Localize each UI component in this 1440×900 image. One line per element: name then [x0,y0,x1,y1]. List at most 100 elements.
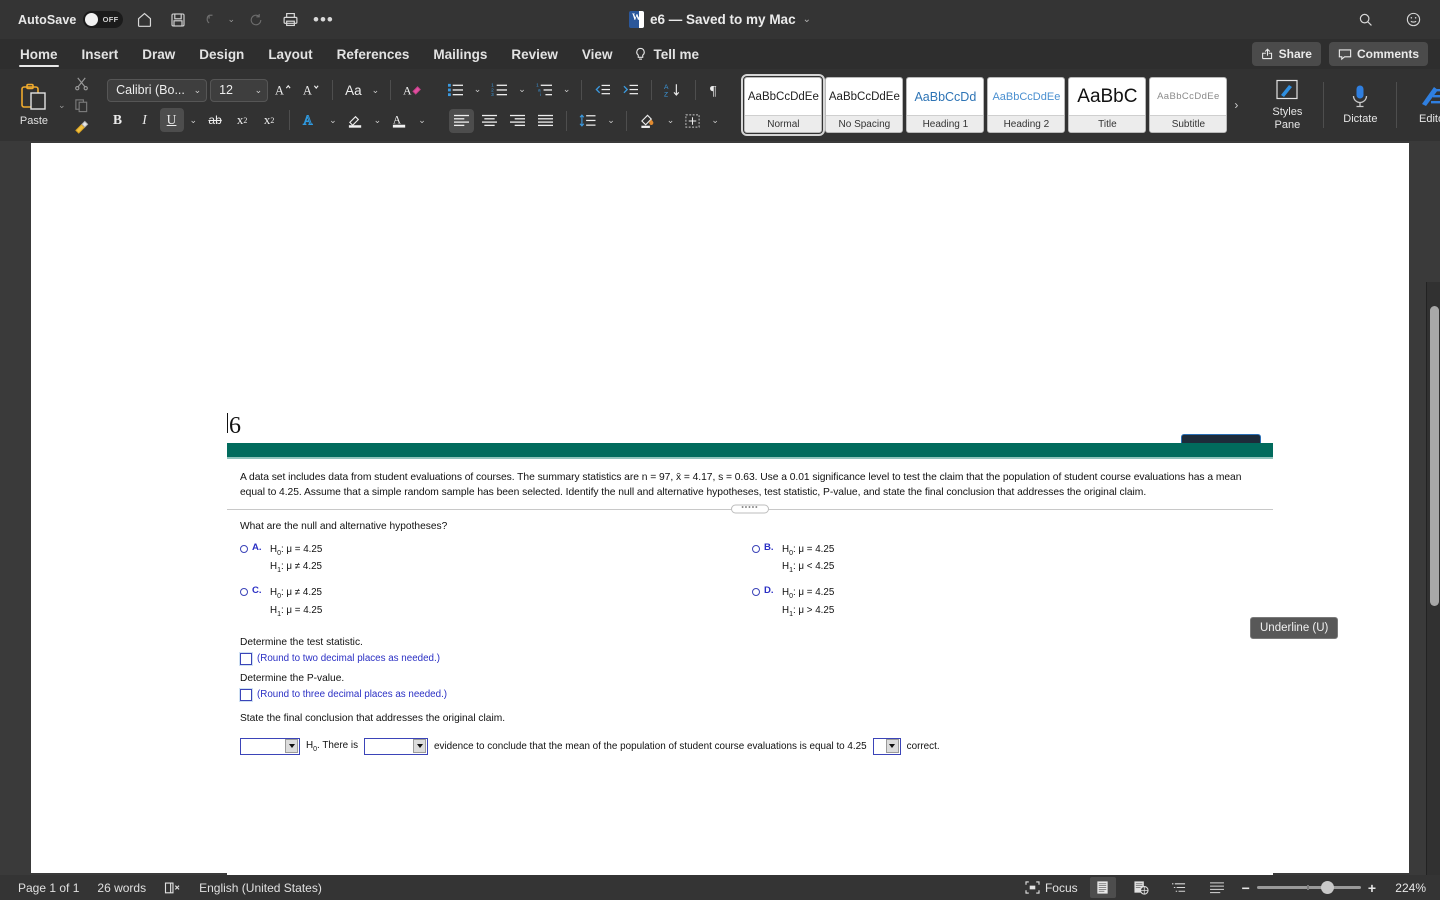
test-statistic-input[interactable] [240,652,252,665]
choice-d[interactable]: D. H0: μ = 4.25 H1: μ > 4.25 [752,585,834,620]
focus-button[interactable]: Focus [1025,881,1078,895]
zoom-slider[interactable]: − + [1242,880,1376,896]
undo-dropdown-caret[interactable]: ⌄ [227,14,235,25]
line-spacing-caret[interactable]: ⌄ [604,115,618,126]
vertical-scrollbar[interactable] [1426,282,1440,900]
multilevel-list-button[interactable]: 1 a i [532,78,557,102]
word-count[interactable]: 26 words [97,881,146,895]
radio-a[interactable] [240,544,248,553]
italic-button[interactable]: I [133,108,157,132]
undo-icon[interactable] [199,7,225,33]
change-case-caret[interactable]: ⌄ [369,85,383,96]
home-icon[interactable] [131,7,157,33]
font-color-caret[interactable]: ⌄ [415,115,429,126]
style-heading-2[interactable]: AaBbCcDdEe Heading 2 [987,77,1066,133]
align-center-button[interactable] [477,109,502,133]
tab-layout[interactable]: Layout [258,39,322,69]
language-indicator[interactable]: English (United States) [199,881,322,895]
tab-mailings[interactable]: Mailings [423,39,497,69]
more-icon[interactable]: ••• [313,11,334,28]
show-formatting-marks-button[interactable]: ¶ [704,78,728,102]
text-effects-button[interactable]: A [298,108,323,132]
editor-button[interactable]: Editor [1404,84,1440,125]
font-name-combo[interactable]: Calibri (Bo... ⌄ [107,78,208,102]
align-right-button[interactable] [505,109,530,133]
increase-indent-button[interactable] [618,78,643,102]
font-color-button[interactable]: A [387,108,412,132]
decrease-font-size-button[interactable]: A [299,78,324,102]
radio-d[interactable] [752,588,760,597]
style-heading-1[interactable]: AaBbCcDd Heading 1 [906,77,985,133]
bold-button[interactable]: B [106,108,130,132]
outline-view-button[interactable] [1166,877,1192,898]
font-size-combo[interactable]: 12 ⌄ [210,78,269,102]
text-highlight-button[interactable] [343,108,368,132]
print-icon[interactable] [277,7,303,33]
style-subtitle[interactable]: AaBbCcDdEe Subtitle [1149,77,1228,133]
tab-view[interactable]: View [572,39,623,69]
share-button[interactable]: Share [1251,42,1321,66]
document-page[interactable]: 6 A data set includes data from student … [31,143,1409,900]
zoom-knob[interactable] [1320,881,1334,894]
dictate-button[interactable]: Dictate [1331,84,1389,125]
document-title-chevron-down-icon[interactable]: ⌄ [803,14,811,25]
style-no-spacing[interactable]: AaBbCcDdEe No Spacing [825,77,904,133]
paste-button[interactable]: Paste [12,83,56,127]
clear-formatting-button[interactable]: A [399,78,427,102]
cut-icon[interactable] [72,75,92,92]
bullets-caret[interactable]: ⌄ [471,84,485,95]
strikethrough-button[interactable]: ab [203,108,227,132]
resize-grip-icon[interactable]: ••••• [731,504,769,514]
tell-me-button[interactable]: Tell me [634,47,699,62]
format-painter-icon[interactable] [72,119,92,136]
align-left-button[interactable] [449,108,475,133]
underline-button[interactable]: U [159,108,184,132]
decrease-indent-button[interactable] [590,78,615,102]
choice-b[interactable]: B. H0: μ = 4.25 H1: μ < 4.25 [752,542,834,577]
scrollbar-thumb[interactable] [1430,306,1439,606]
borders-button[interactable] [680,109,705,133]
style-title[interactable]: AaBbC Title [1068,77,1147,133]
multilevel-list-caret[interactable]: ⌄ [560,84,574,95]
superscript-button[interactable]: x2 [257,108,281,132]
styles-gallery-more-icon[interactable]: › [1230,98,1242,112]
paste-dropdown-caret[interactable]: ⌄ [58,100,66,111]
text-highlight-caret[interactable]: ⌄ [371,115,385,126]
print-layout-view-button[interactable] [1089,877,1116,898]
pvalue-input[interactable] [240,688,252,701]
choice-a[interactable]: A. H0: μ = 4.25 H1: μ ≠ 4.25 [240,542,322,577]
sort-button[interactable]: A Z [660,78,687,102]
increase-font-size-button[interactable]: A [271,78,296,102]
style-normal[interactable]: AaBbCcDdEe Normal [741,74,826,136]
bullets-button[interactable] [443,78,468,102]
zoom-percentage[interactable]: 224% [1388,881,1426,895]
justify-button[interactable] [533,109,558,133]
zoom-out-button[interactable]: − [1242,880,1250,896]
tab-design[interactable]: Design [189,39,254,69]
conclusion-dropdown-2[interactable] [364,737,429,755]
zoom-track[interactable] [1256,881,1361,894]
web-layout-view-button[interactable] [1128,877,1154,898]
draft-view-button[interactable] [1204,877,1230,898]
conclusion-dropdown-1[interactable] [240,737,300,755]
zoom-in-button[interactable]: + [1368,880,1376,896]
tab-draw[interactable]: Draw [132,39,185,69]
smiley-icon[interactable] [1400,7,1426,33]
underline-caret[interactable]: ⌄ [187,115,201,126]
tab-references[interactable]: References [327,39,420,69]
numbering-caret[interactable]: ⌄ [515,84,529,95]
redo-icon[interactable] [243,7,269,33]
radio-b[interactable] [752,544,760,553]
borders-caret[interactable]: ⌄ [708,115,722,126]
proofing-icon[interactable] [164,881,181,895]
text-effects-caret[interactable]: ⌄ [326,115,340,126]
shading-caret[interactable]: ⌄ [664,115,678,126]
shading-button[interactable] [635,109,661,133]
copy-icon[interactable] [72,97,92,114]
subscript-button[interactable]: x2 [230,108,254,132]
search-icon[interactable] [1352,7,1378,33]
save-icon[interactable] [165,7,191,33]
change-case-button[interactable]: Aa [341,78,366,102]
conclusion-dropdown-3[interactable] [872,737,901,755]
autosave-toggle[interactable]: OFF [83,11,124,28]
